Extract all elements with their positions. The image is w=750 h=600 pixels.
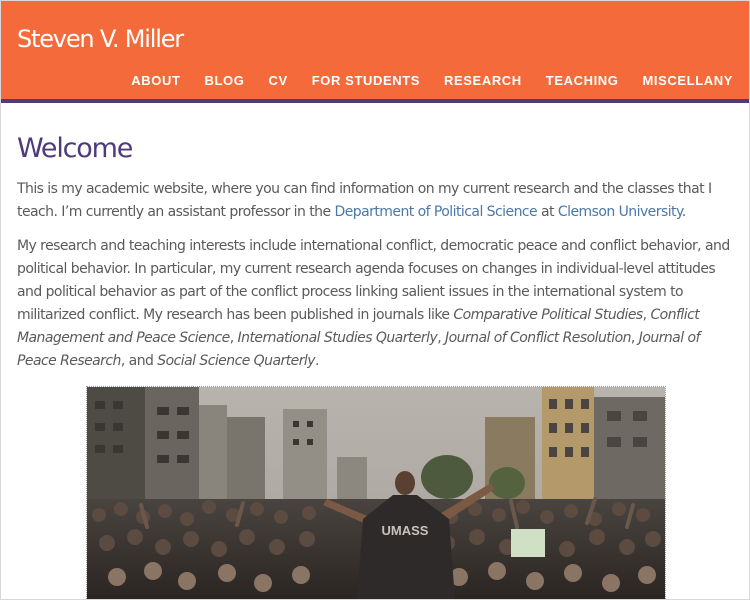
department-link[interactable]: Department of Political Science <box>334 204 537 220</box>
intro-text-end: . <box>681 204 686 220</box>
protest-photo: UMASS <box>86 386 666 599</box>
nav-for-students[interactable]: FOR STUDENTS <box>312 73 420 91</box>
separator: , <box>437 330 446 346</box>
separator: , <box>630 330 639 346</box>
page-frame: Steven V. Miller ABOUT BLOG CV FOR STUDE… <box>0 0 750 600</box>
journal-cps: Comparative Political Studies <box>453 307 643 323</box>
site-title[interactable]: Steven V. Miller <box>17 25 184 53</box>
research-paragraph: My research and teaching interests inclu… <box>17 235 735 373</box>
intro-paragraph: This is my academic website, where you c… <box>17 178 735 224</box>
main-nav: ABOUT BLOG CV FOR STUDENTS RESEARCH TEAC… <box>131 73 733 91</box>
journal-isq: International Studies Quarterly <box>237 330 438 346</box>
site-header: Steven V. Miller ABOUT BLOG CV FOR STUDE… <box>1 1 749 99</box>
nav-cv[interactable]: CV <box>268 73 287 91</box>
separator: , and <box>120 353 158 369</box>
main-content: Welcome This is my academic website, whe… <box>17 129 735 373</box>
nav-blog[interactable]: BLOG <box>205 73 245 91</box>
nav-about[interactable]: ABOUT <box>131 73 180 91</box>
nav-miscellany[interactable]: MISCELLANY <box>643 73 734 91</box>
shirt-text: UMASS <box>382 523 429 538</box>
intro-text-at: at <box>537 204 558 220</box>
journal-jcr: Journal of Conflict Resolution <box>445 330 631 346</box>
separator: . <box>315 353 319 369</box>
header-divider <box>1 99 749 103</box>
journal-ssq: Social Science Quarterly <box>157 353 315 369</box>
nav-research[interactable]: RESEARCH <box>444 73 522 91</box>
university-link[interactable]: Clemson University <box>558 204 682 220</box>
page-title: Welcome <box>17 133 133 164</box>
separator: , <box>229 330 238 346</box>
nav-teaching[interactable]: TEACHING <box>546 73 619 91</box>
